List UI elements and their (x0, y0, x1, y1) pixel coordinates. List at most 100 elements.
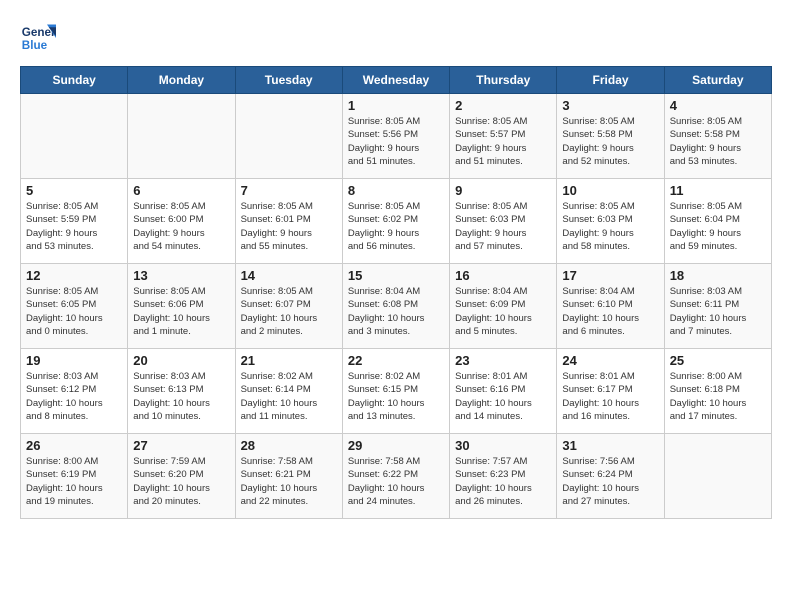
day-info: Sunrise: 8:05 AM Sunset: 6:05 PM Dayligh… (26, 285, 122, 338)
day-number: 28 (241, 438, 337, 453)
day-cell: 25Sunrise: 8:00 AM Sunset: 6:18 PM Dayli… (664, 349, 771, 434)
day-info: Sunrise: 8:04 AM Sunset: 6:10 PM Dayligh… (562, 285, 658, 338)
day-number: 9 (455, 183, 551, 198)
day-info: Sunrise: 8:03 AM Sunset: 6:13 PM Dayligh… (133, 370, 229, 423)
day-cell: 19Sunrise: 8:03 AM Sunset: 6:12 PM Dayli… (21, 349, 128, 434)
day-cell: 6 Sunrise: 8:05 AM Sunset: 6:00 PM Daylig… (128, 179, 235, 264)
day-cell: 23Sunrise: 8:01 AM Sunset: 6:16 PM Dayli… (450, 349, 557, 434)
day-number: 24 (562, 353, 658, 368)
day-number: 16 (455, 268, 551, 283)
day-cell: 20 Sunrise: 8:03 AM Sunset: 6:13 PM Dayli… (128, 349, 235, 434)
day-info: Sunrise: 8:03 AM Sunset: 6:11 PM Dayligh… (670, 285, 766, 338)
day-number: 11 (670, 183, 766, 198)
day-cell: 5 Sunrise: 8:05 AM Sunset: 5:59 PM Daylig… (21, 179, 128, 264)
day-number: 6 (133, 183, 229, 198)
day-info: Sunrise: 8:05 AM Sunset: 6:06 PM Dayligh… (133, 285, 229, 338)
day-cell: 2Sunrise: 8:05 AM Sunset: 5:57 PM Daylig… (450, 94, 557, 179)
day-cell: 4 Sunrise: 8:05 AM Sunset: 5:58 PM Daylig… (664, 94, 771, 179)
day-cell: 28 Sunrise: 7:58 AM Sunset: 6:21 PM Dayli… (235, 434, 342, 519)
header-cell-wednesday: Wednesday (342, 67, 449, 94)
day-number: 30 (455, 438, 551, 453)
day-cell: 13 Sunrise: 8:05 AM Sunset: 6:06 PM Dayli… (128, 264, 235, 349)
day-info: Sunrise: 8:03 AM Sunset: 6:12 PM Dayligh… (26, 370, 122, 423)
day-info: Sunrise: 7:58 AM Sunset: 6:21 PM Dayligh… (241, 455, 337, 508)
day-number: 20 (133, 353, 229, 368)
day-number: 15 (348, 268, 444, 283)
day-info: Sunrise: 8:05 AM Sunset: 5:56 PM Dayligh… (348, 115, 444, 168)
day-number: 7 (241, 183, 337, 198)
header-cell-monday: Monday (128, 67, 235, 94)
page-header: General Blue (20, 20, 772, 56)
day-info: Sunrise: 8:05 AM Sunset: 5:59 PM Dayligh… (26, 200, 122, 253)
header-row: SundayMondayTuesdayWednesdayThursdayFrid… (21, 67, 772, 94)
day-cell: 3Sunrise: 8:05 AM Sunset: 5:58 PM Daylig… (557, 94, 664, 179)
day-info: Sunrise: 8:05 AM Sunset: 6:02 PM Dayligh… (348, 200, 444, 253)
day-info: Sunrise: 8:05 AM Sunset: 6:07 PM Dayligh… (241, 285, 337, 338)
day-cell: 30 Sunrise: 7:57 AM Sunset: 6:23 PM Dayli… (450, 434, 557, 519)
week-row-2: 5 Sunrise: 8:05 AM Sunset: 5:59 PM Daylig… (21, 179, 772, 264)
day-number: 14 (241, 268, 337, 283)
day-cell: 27Sunrise: 7:59 AM Sunset: 6:20 PM Dayli… (128, 434, 235, 519)
day-info: Sunrise: 7:58 AM Sunset: 6:22 PM Dayligh… (348, 455, 444, 508)
week-row-1: 1 Sunrise: 8:05 AM Sunset: 5:56 PM Daylig… (21, 94, 772, 179)
day-info: Sunrise: 7:56 AM Sunset: 6:24 PM Dayligh… (562, 455, 658, 508)
day-info: Sunrise: 8:02 AM Sunset: 6:14 PM Dayligh… (241, 370, 337, 423)
day-cell: 14 Sunrise: 8:05 AM Sunset: 6:07 PM Dayli… (235, 264, 342, 349)
logo-icon: General Blue (20, 20, 56, 56)
day-number: 8 (348, 183, 444, 198)
day-number: 26 (26, 438, 122, 453)
day-number: 18 (670, 268, 766, 283)
day-number: 21 (241, 353, 337, 368)
day-cell (21, 94, 128, 179)
day-number: 4 (670, 98, 766, 113)
logo: General Blue (20, 20, 60, 56)
day-number: 31 (562, 438, 658, 453)
day-info: Sunrise: 8:05 AM Sunset: 6:01 PM Dayligh… (241, 200, 337, 253)
day-info: Sunrise: 8:05 AM Sunset: 5:57 PM Dayligh… (455, 115, 551, 168)
calendar-header: SundayMondayTuesdayWednesdayThursdayFrid… (21, 67, 772, 94)
day-number: 29 (348, 438, 444, 453)
week-row-3: 12 Sunrise: 8:05 AM Sunset: 6:05 PM Dayli… (21, 264, 772, 349)
day-number: 1 (348, 98, 444, 113)
day-cell: 24Sunrise: 8:01 AM Sunset: 6:17 PM Dayli… (557, 349, 664, 434)
day-number: 10 (562, 183, 658, 198)
day-info: Sunrise: 8:04 AM Sunset: 6:08 PM Dayligh… (348, 285, 444, 338)
day-number: 3 (562, 98, 658, 113)
day-info: Sunrise: 8:00 AM Sunset: 6:19 PM Dayligh… (26, 455, 122, 508)
day-cell: 9 Sunrise: 8:05 AM Sunset: 6:03 PM Daylig… (450, 179, 557, 264)
calendar-table: SundayMondayTuesdayWednesdayThursdayFrid… (20, 66, 772, 519)
day-info: Sunrise: 8:02 AM Sunset: 6:15 PM Dayligh… (348, 370, 444, 423)
day-cell (235, 94, 342, 179)
day-info: Sunrise: 8:05 AM Sunset: 6:03 PM Dayligh… (455, 200, 551, 253)
day-number: 5 (26, 183, 122, 198)
header-cell-tuesday: Tuesday (235, 67, 342, 94)
day-cell: 1 Sunrise: 8:05 AM Sunset: 5:56 PM Daylig… (342, 94, 449, 179)
day-info: Sunrise: 7:57 AM Sunset: 6:23 PM Dayligh… (455, 455, 551, 508)
header-cell-sunday: Sunday (21, 67, 128, 94)
day-cell (664, 434, 771, 519)
day-number: 13 (133, 268, 229, 283)
day-number: 23 (455, 353, 551, 368)
header-cell-thursday: Thursday (450, 67, 557, 94)
day-info: Sunrise: 8:05 AM Sunset: 6:04 PM Dayligh… (670, 200, 766, 253)
day-number: 22 (348, 353, 444, 368)
day-number: 12 (26, 268, 122, 283)
svg-text:Blue: Blue (22, 39, 48, 52)
day-number: 17 (562, 268, 658, 283)
day-info: Sunrise: 8:05 AM Sunset: 5:58 PM Dayligh… (670, 115, 766, 168)
header-cell-friday: Friday (557, 67, 664, 94)
day-cell: 15 Sunrise: 8:04 AM Sunset: 6:08 PM Dayli… (342, 264, 449, 349)
calendar-body: 1 Sunrise: 8:05 AM Sunset: 5:56 PM Daylig… (21, 94, 772, 519)
day-cell: 29 Sunrise: 7:58 AM Sunset: 6:22 PM Dayli… (342, 434, 449, 519)
week-row-4: 19Sunrise: 8:03 AM Sunset: 6:12 PM Dayli… (21, 349, 772, 434)
day-number: 25 (670, 353, 766, 368)
header-cell-saturday: Saturday (664, 67, 771, 94)
day-number: 27 (133, 438, 229, 453)
day-cell: 10Sunrise: 8:05 AM Sunset: 6:03 PM Dayli… (557, 179, 664, 264)
day-info: Sunrise: 8:05 AM Sunset: 6:00 PM Dayligh… (133, 200, 229, 253)
day-info: Sunrise: 8:04 AM Sunset: 6:09 PM Dayligh… (455, 285, 551, 338)
day-cell: 22 Sunrise: 8:02 AM Sunset: 6:15 PM Dayli… (342, 349, 449, 434)
day-cell: 12 Sunrise: 8:05 AM Sunset: 6:05 PM Dayli… (21, 264, 128, 349)
day-cell (128, 94, 235, 179)
day-cell: 26 Sunrise: 8:00 AM Sunset: 6:19 PM Dayli… (21, 434, 128, 519)
